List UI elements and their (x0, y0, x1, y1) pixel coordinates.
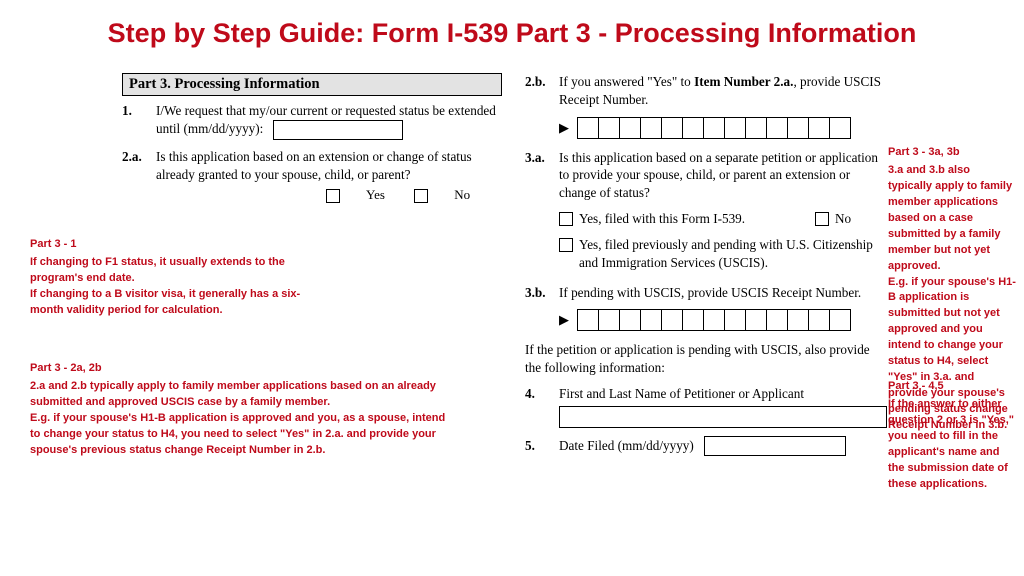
q2b-pre: If you answered "Yes" to (559, 74, 694, 89)
q5: 5. Date Filed (mm/dd/yyyy) (525, 436, 885, 456)
q2a-yes-checkbox[interactable] (326, 189, 340, 203)
q5-text: Date Filed (mm/dd/yyyy) (559, 437, 694, 455)
note-4-body: If the answer to either question 2 or 3 … (888, 397, 1016, 493)
q2a: 2.a. Is this application based on an ext… (122, 148, 502, 204)
note-3-heading: Part 3 - 3a, 3b (888, 145, 1016, 161)
q2b-receipt-field[interactable] (577, 117, 851, 139)
q3a-opt1-checkbox[interactable] (559, 212, 573, 226)
q2b-text: If you answered "Yes" to Item Number 2.a… (559, 73, 885, 109)
arrow-icon: ▶ (559, 312, 569, 328)
q3a-text: Is this application based on a separate … (559, 149, 885, 202)
q3a: 3.a. Is this application based on a sepa… (525, 149, 885, 276)
q4-num: 4. (525, 385, 559, 428)
note-4-heading: Part 3 - 4,5 (888, 379, 1016, 395)
q2b: 2.b. If you answered "Yes" to Item Numbe… (525, 73, 885, 109)
form-left-column: Part 3. Processing Information 1. I/We r… (122, 73, 502, 212)
q1: 1. I/We request that my/our current or r… (122, 102, 502, 140)
note-1-body: If changing to F1 status, it usually ext… (30, 255, 330, 319)
q2a-num: 2.a. (122, 148, 156, 204)
q2a-no-label: No (454, 187, 470, 202)
q2a-no-checkbox[interactable] (414, 189, 428, 203)
q2a-text: Is this application based on an extensio… (156, 148, 502, 184)
page-title: Step by Step Guide: Form I-539 Part 3 - … (0, 0, 1024, 55)
note-1-heading: Part 3 - 1 (30, 237, 330, 253)
q3a-opt2-label: Yes, filed previously and pending with U… (579, 236, 885, 272)
q2b-bold: Item Number 2.a. (694, 74, 793, 89)
note-2: Part 3 - 2a, 2b 2.a and 2.b typically ap… (30, 361, 450, 459)
q3b-receipt-row: ▶ (559, 309, 885, 331)
q3b-text: If pending with USCIS, provide USCIS Rec… (559, 284, 885, 302)
q5-date-field[interactable] (704, 436, 846, 456)
q2a-yes-label: Yes (366, 187, 385, 202)
q2b-receipt-row: ▶ (559, 117, 885, 139)
q3b-receipt-field[interactable] (577, 309, 851, 331)
q1-date-field[interactable] (273, 120, 403, 140)
arrow-icon: ▶ (559, 120, 569, 136)
q4-text: First and Last Name of Petitioner or App… (559, 385, 885, 403)
q4: 4. First and Last Name of Petitioner or … (525, 385, 885, 428)
q1-text: I/We request that my/our current or requ… (156, 102, 502, 140)
q3b: 3.b. If pending with USCIS, provide USCI… (525, 284, 885, 302)
note-2-heading: Part 3 - 2a, 2b (30, 361, 450, 377)
content-stage: Part 3. Processing Information 1. I/We r… (0, 55, 1024, 575)
q4-name-field[interactable] (559, 406, 887, 428)
q3a-num: 3.a. (525, 149, 559, 276)
note-1: Part 3 - 1 If changing to F1 status, it … (30, 237, 330, 319)
pending-intro: If the petition or application is pendin… (525, 341, 885, 377)
q5-num: 5. (525, 437, 559, 455)
note-2-body: 2.a and 2.b typically apply to family me… (30, 379, 450, 459)
q3a-opt2-checkbox[interactable] (559, 238, 573, 252)
q3a-opt1-label: Yes, filed with this Form I-539. (579, 210, 745, 228)
q3a-no-label: No (835, 210, 851, 228)
q3a-no-checkbox[interactable] (815, 212, 829, 226)
form-right-column: 2.b. If you answered "Yes" to Item Numbe… (525, 73, 885, 464)
q3b-num: 3.b. (525, 284, 559, 302)
part-heading: Part 3. Processing Information (122, 73, 502, 96)
note-4: Part 3 - 4,5 If the answer to either que… (888, 379, 1016, 493)
q1-num: 1. (122, 102, 156, 140)
q2b-num: 2.b. (525, 73, 559, 109)
